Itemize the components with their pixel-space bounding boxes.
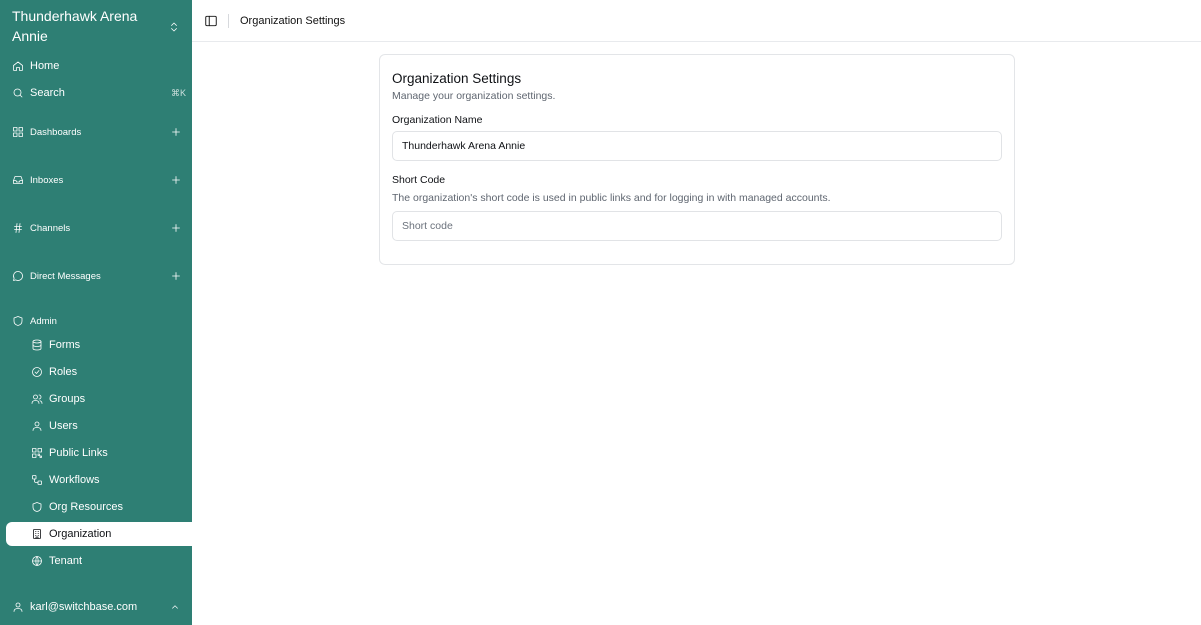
nav-inboxes-label: Inboxes [30, 174, 64, 186]
inbox-icon [12, 174, 24, 186]
short-code-label: Short Code [392, 174, 446, 186]
shield-icon [12, 315, 24, 327]
org-name-input[interactable] [392, 131, 1002, 161]
admin-item-label: Org Resources [49, 501, 123, 513]
nav-search[interactable]: Search ⌘K [6, 81, 192, 105]
user-email: karl@switchbase.com [30, 601, 138, 613]
admin-item-label: Organization [49, 528, 112, 540]
organization-settings-card: Organization Settings Manage your organi… [379, 54, 1015, 265]
admin-item-label: Users [49, 420, 78, 432]
sidebar: Thunderhawk Arena Annie Home Search ⌘K D… [0, 0, 192, 625]
admin-item-label: Tenant [49, 555, 83, 567]
card-description: Manage your organization settings. [392, 90, 556, 102]
nav-dashboards[interactable]: Dashboards [6, 120, 192, 144]
org-name: Thunderhawk Arena Annie [12, 8, 138, 44]
users-icon [31, 393, 43, 405]
add-direct-message-icon[interactable] [170, 270, 182, 282]
user-icon [31, 420, 43, 432]
qr-code-icon [31, 447, 43, 459]
nav-home[interactable]: Home [6, 54, 192, 78]
nav-dashboards-label: Dashboards [30, 126, 82, 138]
chevron-up-icon [170, 602, 180, 612]
shield-icon [31, 501, 43, 513]
admin-item-forms[interactable]: Forms [6, 333, 192, 357]
main-content: Organization Settings Organization Setti… [192, 0, 1201, 625]
admin-item-workflows[interactable]: Workflows [6, 468, 192, 492]
admin-item-org-resources[interactable]: Org Resources [6, 495, 192, 519]
admin-item-label: Workflows [49, 474, 100, 486]
admin-item-public-links[interactable]: Public Links [6, 441, 192, 465]
nav-direct-messages[interactable]: Direct Messages [6, 264, 192, 288]
short-code-input[interactable] [392, 211, 1002, 241]
admin-item-roles[interactable]: Roles [6, 360, 192, 384]
building-icon [31, 528, 43, 540]
globe-icon [31, 555, 43, 567]
search-icon [12, 87, 24, 99]
nav-inboxes[interactable]: Inboxes [6, 168, 192, 192]
admin-item-tenant[interactable]: Tenant [6, 549, 192, 573]
user-icon [12, 601, 24, 613]
nav-channels-label: Channels [30, 222, 71, 234]
topbar-separator [228, 13, 229, 28]
add-channel-icon[interactable] [170, 222, 182, 234]
nav-admin[interactable]: Admin [6, 309, 192, 333]
topbar: Organization Settings [192, 0, 1201, 42]
hash-icon [12, 222, 24, 234]
admin-item-label: Public Links [49, 447, 108, 459]
short-code-help: The organization's short code is used in… [392, 192, 831, 204]
card-title: Organization Settings [392, 71, 522, 86]
chevrons-up-down-icon [168, 20, 180, 32]
nav-admin-label: Admin [30, 315, 57, 327]
add-inbox-icon[interactable] [170, 174, 182, 186]
nav-search-label: Search [30, 87, 65, 99]
nav-home-label: Home [30, 60, 60, 72]
admin-item-users[interactable]: Users [6, 414, 192, 438]
org-name-label: Organization Name [392, 114, 483, 126]
org-switcher[interactable]: Thunderhawk Arena Annie [12, 5, 186, 47]
admin-item-organization[interactable]: Organization [6, 522, 192, 546]
layout-grid-icon [12, 126, 24, 138]
database-icon [31, 339, 43, 351]
add-dashboard-icon[interactable] [170, 126, 182, 138]
sidebar-toggle-icon[interactable] [204, 14, 218, 28]
check-circle-icon [31, 366, 43, 378]
workflow-icon [31, 474, 43, 486]
admin-item-label: Roles [49, 366, 78, 378]
nav-channels[interactable]: Channels [6, 216, 192, 240]
user-menu[interactable]: karl@switchbase.com [6, 595, 192, 619]
breadcrumb: Organization Settings [240, 14, 346, 27]
nav-direct-messages-label: Direct Messages [30, 270, 101, 282]
message-circle-icon [12, 270, 24, 282]
search-shortcut: ⌘K [170, 87, 186, 98]
admin-item-groups[interactable]: Groups [6, 387, 192, 411]
home-icon [12, 60, 24, 72]
admin-item-label: Groups [49, 393, 86, 405]
admin-item-label: Forms [49, 339, 81, 351]
